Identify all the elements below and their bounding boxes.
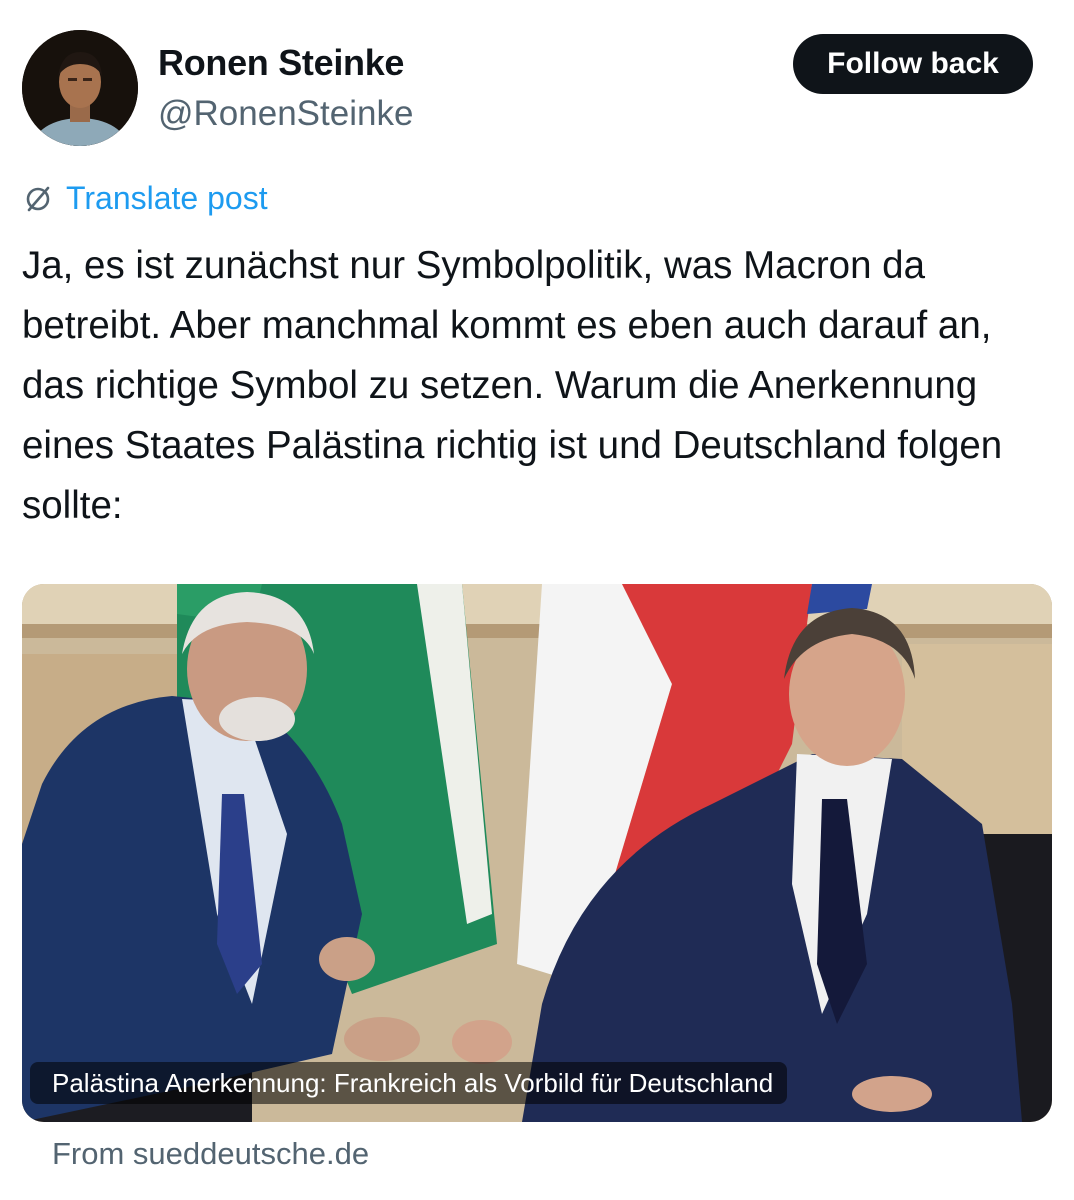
link-card-source[interactable]: From sueddeutsche.de — [52, 1136, 369, 1172]
link-preview-card[interactable] — [22, 584, 1052, 1122]
article-photo — [22, 584, 1052, 1122]
translate-post-label: Translate post — [66, 180, 268, 216]
author-handle[interactable]: @RonenSteinke — [158, 94, 413, 134]
post-text: Ja, es ist zunächst nur Symbolpolitik, w… — [22, 244, 1003, 527]
link-card-caption: Palästina Anerkennung: Frankreich als Vo… — [30, 1062, 788, 1104]
translate-post-link[interactable]: Translate post — [22, 180, 268, 217]
author-avatar[interactable] — [22, 30, 138, 146]
follow-back-button[interactable]: Follow back — [793, 34, 1033, 94]
author-display-name[interactable]: Ronen Steinke — [158, 42, 404, 84]
translate-globe-icon — [26, 186, 50, 211]
